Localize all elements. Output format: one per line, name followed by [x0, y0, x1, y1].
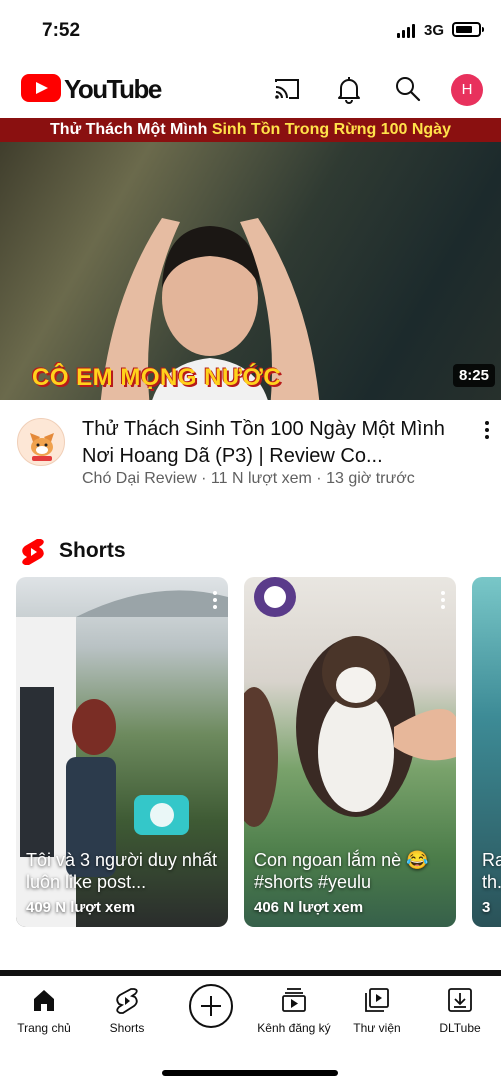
featured-video-thumbnail[interactable]: Thử Thách Một Mình Sinh Tồn Trong Rừng 1… [0, 118, 501, 400]
create-button[interactable] [189, 984, 233, 1028]
nav-library[interactable]: Thư viện [332, 986, 422, 1035]
short-menu-icon[interactable] [212, 591, 218, 609]
home-icon [34, 990, 54, 1011]
short-card[interactable]: Con ngoan lắm nè 😂 #shorts #yeulu 406 N … [244, 577, 456, 927]
shorts-icon [116, 988, 138, 1014]
nav-label: Trang chủ [17, 1021, 71, 1035]
nav-label: Thư viện [353, 1021, 401, 1035]
status-time: 7:52 [42, 20, 81, 41]
youtube-logo-icon[interactable] [21, 74, 61, 102]
signal-strength-icon [397, 24, 417, 38]
short-title: Tôi và 3 người duy nhất luôn like post..… [26, 850, 217, 892]
thumbnail-caption: CÔ EM MỌNG NƯỚC [32, 364, 282, 391]
channel-avatar[interactable] [17, 418, 65, 466]
video-subtitle: Chó Dại Review · 11 N lượt xem · 13 giờ … [82, 470, 415, 487]
short-title: Ra th... [482, 850, 501, 892]
status-bar: 7:52 3G [0, 0, 501, 62]
more-options-icon[interactable] [480, 420, 494, 440]
account-avatar[interactable]: H [451, 74, 483, 106]
app-header: YouTube H [0, 62, 501, 118]
short-card[interactable]: Tôi và 3 người duy nhất luôn like post..… [16, 577, 228, 927]
nav-label: Kênh đăng ký [257, 1021, 331, 1035]
video-title[interactable]: Thử Thách Sinh Tồn 100 Ngày Một Mình Nơi… [82, 416, 472, 470]
nav-home[interactable]: Trang chủ [0, 986, 89, 1035]
bell-icon[interactable] [334, 74, 364, 104]
nav-label: Shorts [109, 1021, 145, 1035]
short-menu-icon[interactable] [440, 591, 446, 609]
brand-wordmark[interactable]: YouTube [64, 74, 162, 105]
short-title: Con ngoan lắm nè 😂 #shorts #yeulu [254, 850, 429, 892]
short-views: 406 N lượt xem [254, 899, 364, 916]
short-views: 3 [482, 899, 491, 916]
cast-icon[interactable] [272, 74, 302, 104]
thumbnail-banner: Thử Thách Một Mình Sinh Tồn Trong Rừng 1… [0, 118, 501, 142]
nav-label: DLTube [439, 1021, 481, 1035]
video-duration: 8:25 [452, 364, 495, 387]
banner-text: Thử Thách Một Mình [50, 121, 212, 138]
shorts-section-header: Shorts [0, 534, 501, 570]
nav-shorts[interactable]: Shorts [82, 986, 172, 1035]
network-type: 3G [424, 22, 445, 39]
banner-highlight: Sinh Tồn Trong Rừng 100 Ngày [211, 121, 451, 138]
short-card[interactable]: Ra th... 3 [472, 577, 501, 927]
library-icon [365, 988, 389, 1012]
featured-video-meta: Thử Thách Sinh Tồn 100 Ngày Một Mình Nơi… [0, 400, 501, 500]
dog-face-icon [30, 433, 54, 461]
channel-badge-icon [254, 577, 296, 617]
subscriptions-icon [282, 988, 306, 1012]
bottom-navigation: Trang chủ Shorts Kênh đăng ký Thư viện D… [0, 976, 501, 1083]
shorts-logo-icon [22, 539, 44, 565]
search-icon[interactable] [393, 74, 423, 104]
battery-icon [452, 22, 484, 37]
nav-subscriptions[interactable]: Kênh đăng ký [249, 986, 339, 1035]
short-views: 409 N lượt xem [26, 899, 136, 916]
download-icon [448, 988, 472, 1012]
nav-dltube[interactable]: DLTube [415, 986, 501, 1035]
shorts-title: Shorts [59, 539, 126, 562]
home-indicator[interactable] [162, 1070, 338, 1076]
